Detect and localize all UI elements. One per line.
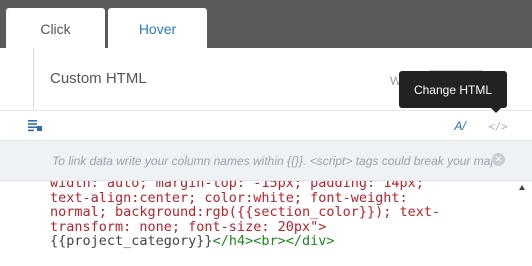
code-text[interactable]: width: auto; margin-top: -15px; padding:… <box>50 181 520 249</box>
panel-divider <box>33 48 34 110</box>
code-token: {{project_category}} <box>50 233 213 249</box>
code-token: </h4><br></div> <box>212 233 335 249</box>
code-icon[interactable]: </> <box>487 118 509 134</box>
code-editor[interactable]: width: auto; margin-top: -15px; padding:… <box>0 181 532 266</box>
editor-toolbar: A/ </> <box>0 110 532 141</box>
close-icon[interactable]: ✕ <box>492 153 505 166</box>
code-line: normal; background:rgb({{section_color}}… <box>50 205 520 220</box>
tab-bar: Click Hover <box>0 0 532 49</box>
spellcheck-icon[interactable]: A/ <box>450 118 470 134</box>
data-table-icon[interactable] <box>27 119 43 133</box>
code-line: {{project_category}}</h4><br></div> <box>50 234 520 249</box>
scroll-up-arrow-icon[interactable] <box>519 185 525 190</box>
code-line: transform: none; font-size: 20px"> <box>50 219 520 235</box>
tooltip-change-html: Change HTML <box>399 71 507 108</box>
tab-hover[interactable]: Hover <box>108 8 207 49</box>
tooltip-arrow <box>491 108 501 113</box>
hint-text: To link data write your column names wit… <box>52 154 492 168</box>
code-line: text-align:center; color:white; font-wei… <box>50 190 520 206</box>
tab-click[interactable]: Click <box>6 8 105 49</box>
section-title: Custom HTML <box>50 70 147 87</box>
hint-bar: To link data write your column names wit… <box>0 141 532 181</box>
